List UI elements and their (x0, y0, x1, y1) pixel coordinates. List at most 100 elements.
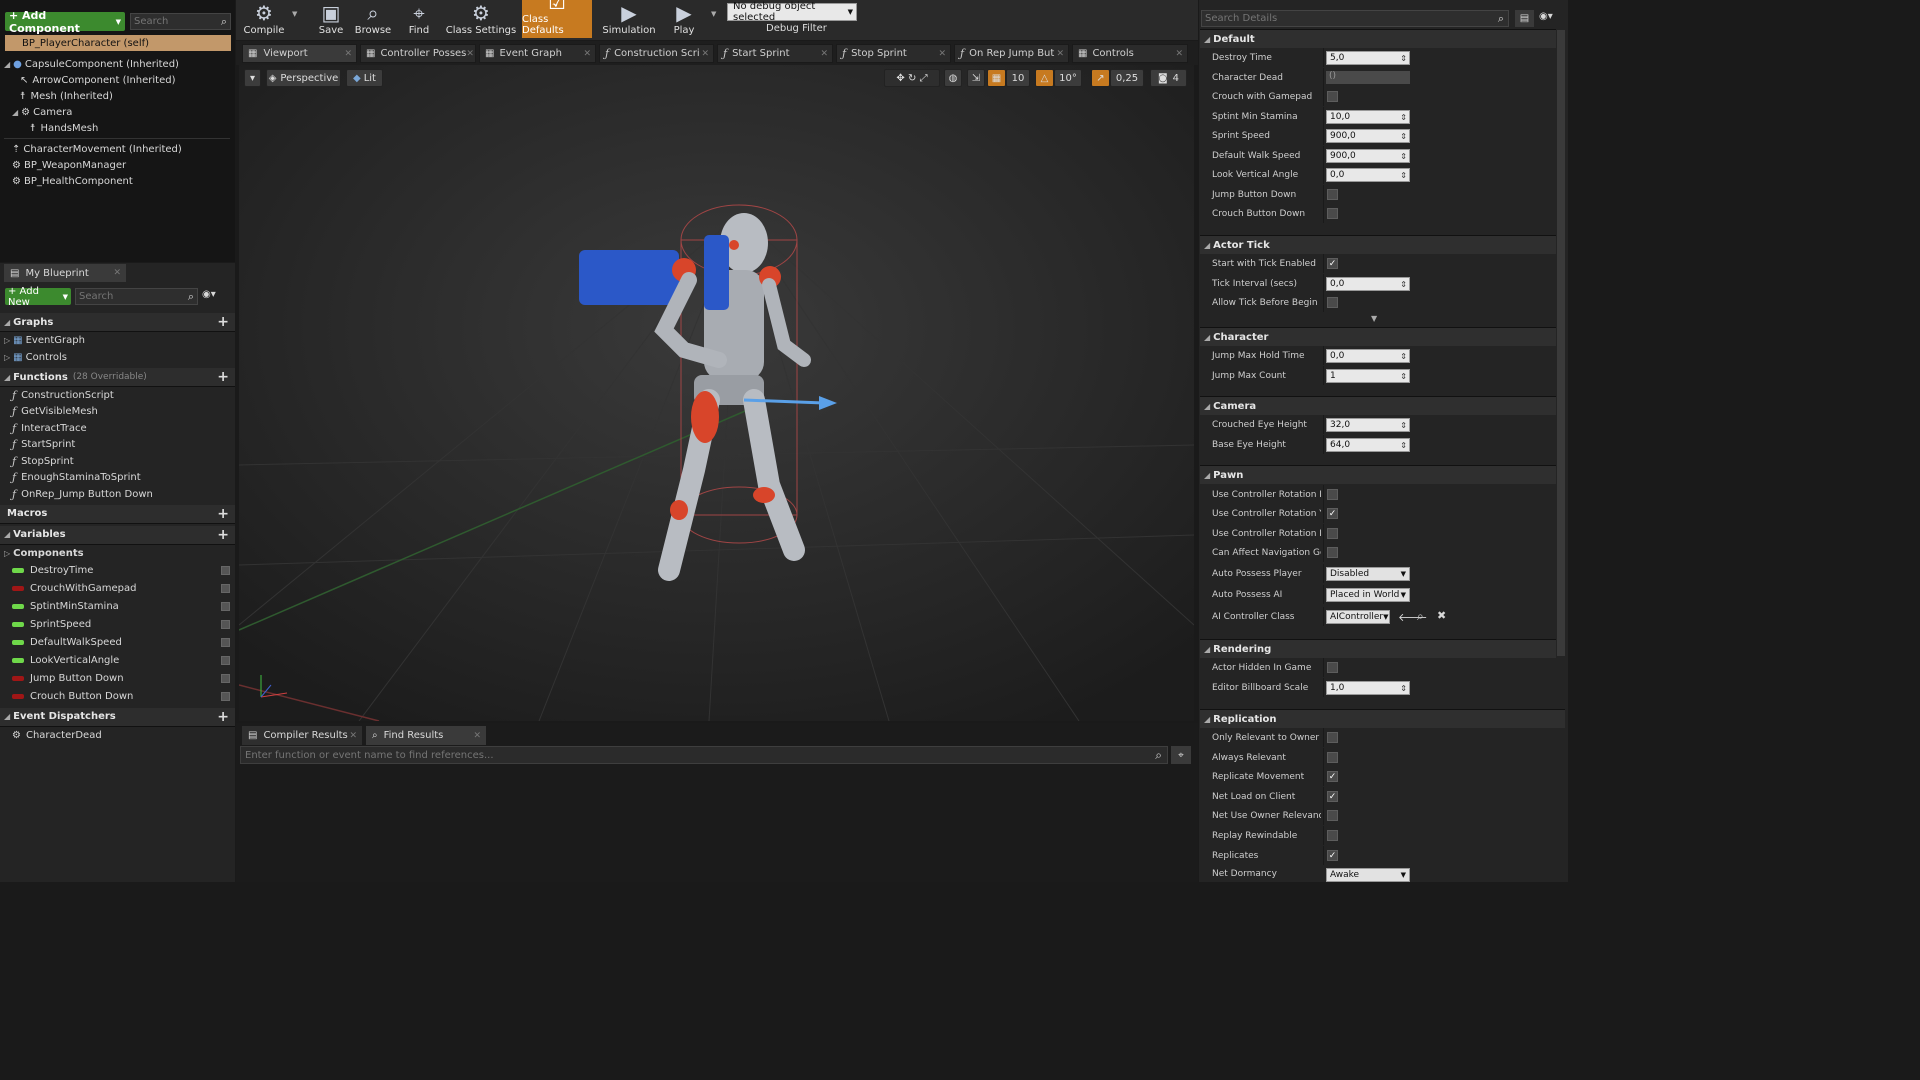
start-tick-checkbox[interactable]: ✓ (1327, 258, 1338, 269)
allow-tick-checkbox[interactable] (1327, 297, 1338, 308)
browse-button[interactable]: ⌕ Browse (353, 0, 393, 38)
surface-snap-icon[interactable]: ⇲ (967, 69, 985, 87)
graph-item-eventgraph[interactable]: ▷ ▦ EventGraph (0, 332, 235, 349)
default-category[interactable]: ◢ Default (1200, 29, 1556, 48)
browse-search-icon[interactable]: ⌕ (1417, 609, 1424, 624)
find-references-input[interactable] (241, 749, 1121, 761)
character-category[interactable]: ◢ Character (1200, 327, 1556, 346)
translate-icon[interactable]: ✥ (896, 73, 904, 84)
tab-on-rep-jump[interactable]: ƒ On Rep Jump But ✕ (954, 44, 1069, 63)
viewport[interactable] (239, 65, 1194, 721)
binoculars-icon[interactable]: ⌖ (1171, 746, 1191, 764)
replicate-movement-checkbox[interactable]: ✓ (1327, 771, 1338, 782)
viewport-options-button[interactable]: ▾ (244, 69, 261, 87)
function-item[interactable]: ƒ EnoughStaminaToSprint (0, 470, 235, 487)
close-icon[interactable]: ✕ (113, 268, 121, 278)
component-arrow[interactable]: ↖ ArrowComponent (Inherited) (4, 72, 230, 88)
graph-item-controls[interactable]: ▷ ▦ Controls (0, 349, 235, 366)
tab-viewport[interactable]: ▦ Viewport ✕ (242, 44, 357, 63)
eye-icon[interactable]: ◉▾ (1539, 11, 1553, 22)
variable-item[interactable]: SptintMinStamina (0, 598, 235, 616)
tab-start-sprint[interactable]: ƒ Start Sprint ✕ (717, 44, 833, 63)
compile-button[interactable]: ⚙ Compile (243, 0, 285, 38)
world-local-icon[interactable]: ◍ (944, 69, 962, 87)
component-capsule[interactable]: ◢ ● CapsuleComponent (Inherited) (4, 56, 230, 72)
visibility-icon[interactable] (221, 692, 230, 701)
add-new-button[interactable]: + Add New ▼ (5, 286, 71, 308)
find-references-field[interactable]: ⌕ (240, 746, 1168, 764)
function-item[interactable]: ƒ ConstructionScript (0, 387, 235, 404)
scale-snap-value[interactable]: 0,25 (1110, 69, 1144, 87)
grid-snap-value[interactable]: 10 (1006, 69, 1030, 87)
walk-speed-input[interactable]: 900,0 ⇕ (1326, 149, 1410, 163)
billboard-scale-input[interactable]: 1,0 ⇕ (1326, 681, 1410, 695)
tab-compiler-results[interactable]: ▤ Compiler Results ✕ (242, 726, 362, 745)
details-search-field[interactable]: ⌕ (1201, 10, 1509, 27)
net-dormancy-select[interactable]: Awake ▼ (1326, 868, 1410, 882)
close-icon[interactable]: ✕ (1175, 49, 1183, 59)
eye-icon[interactable]: ◉▾ (202, 289, 216, 300)
play-button[interactable]: ▶ Play (664, 0, 704, 38)
rotation-snap-toggle-icon[interactable]: △ (1035, 69, 1054, 87)
add-macro-icon[interactable]: + (217, 506, 229, 522)
ai-controller-class-select[interactable]: AIController ▼ (1326, 610, 1390, 624)
net-owner-relevancy-checkbox[interactable] (1327, 810, 1338, 821)
class-settings-button[interactable]: ⚙ Class Settings (445, 0, 517, 38)
chevron-down-icon[interactable]: ▼ (292, 10, 297, 18)
find-button[interactable]: ⌖ Find (401, 0, 437, 38)
component-search-field[interactable]: ⌕ (130, 13, 231, 30)
visibility-icon[interactable] (221, 566, 230, 575)
visibility-icon[interactable] (221, 674, 230, 683)
tab-my-blueprint[interactable]: ▤ My Blueprint ✕ (4, 264, 126, 282)
crouch-eye-input[interactable]: 32,0 ⇕ (1326, 418, 1410, 432)
close-icon[interactable]: ✕ (701, 49, 709, 59)
tab-construction-script[interactable]: ƒ Construction Scri ✕ (599, 44, 714, 63)
camera-speed-button[interactable]: ◙ 4 (1150, 69, 1187, 87)
add-graph-icon[interactable]: + (217, 314, 229, 330)
tab-controller-possessed[interactable]: ▦ Controller Posses ✕ (360, 44, 476, 63)
net-load-client-checkbox[interactable]: ✓ (1327, 791, 1338, 802)
property-matrix-icon[interactable]: ▤ (1515, 10, 1534, 27)
graphs-header[interactable]: ◢ Graphs + (0, 313, 235, 332)
variables-header[interactable]: ◢ Variables + (0, 525, 235, 545)
perspective-button[interactable]: ◈ Perspective (266, 69, 341, 87)
dispatcher-item[interactable]: ⚙ CharacterDead (0, 727, 235, 744)
only-relevant-owner-checkbox[interactable] (1327, 732, 1338, 743)
variable-item[interactable]: SprintSpeed (0, 616, 235, 634)
blueprint-search-input[interactable] (76, 291, 176, 302)
component-handsmesh[interactable]: ☨ HandsMesh (4, 120, 230, 136)
component-search-input[interactable] (131, 16, 211, 27)
rot-yaw-checkbox[interactable]: ✓ (1327, 508, 1338, 519)
component-healthcomponent[interactable]: ⚙ BP_HealthComponent (4, 173, 230, 189)
visibility-icon[interactable] (221, 620, 230, 629)
crouch-button-down-checkbox[interactable] (1327, 208, 1338, 219)
lit-button[interactable]: ◆ Lit (346, 69, 383, 87)
tab-controls[interactable]: ▦ Controls ✕ (1072, 44, 1188, 63)
close-icon[interactable]: ✕ (466, 49, 474, 59)
tick-interval-input[interactable]: 0,0 ⇕ (1326, 277, 1410, 291)
simulation-button[interactable]: ▶ Simulation (600, 0, 658, 38)
jump-button-down-checkbox[interactable] (1327, 189, 1338, 200)
component-self-row[interactable]: BP_PlayerCharacter (self) (5, 35, 231, 51)
replication-category[interactable]: ◢ Replication (1200, 709, 1565, 728)
close-icon[interactable]: ✕ (583, 49, 591, 59)
actor-tick-category[interactable]: ◢ Actor Tick (1200, 235, 1556, 254)
close-icon[interactable]: ✕ (349, 731, 357, 741)
visibility-icon[interactable] (221, 656, 230, 665)
visibility-icon[interactable] (221, 638, 230, 647)
add-component-button[interactable]: + Add Component ▼ (5, 9, 125, 35)
rot-roll-checkbox[interactable] (1327, 528, 1338, 539)
variable-category-components[interactable]: ▷ Components (0, 545, 235, 562)
always-relevant-checkbox[interactable] (1327, 752, 1338, 763)
clear-icon[interactable]: ✖ (1437, 609, 1446, 622)
variable-item[interactable]: DefaultWalkSpeed (0, 634, 235, 652)
sprint-min-stamina-input[interactable]: 10,0 ⇕ (1326, 110, 1410, 124)
chevron-down-icon[interactable]: ▼ (711, 10, 716, 18)
functions-header[interactable]: ◢ Functions (28 Overridable) + (0, 368, 235, 387)
replicates-checkbox[interactable]: ✓ (1327, 850, 1338, 861)
component-mesh[interactable]: ☨ Mesh (Inherited) (4, 88, 230, 104)
tab-stop-sprint[interactable]: ƒ Stop Sprint ✕ (836, 44, 951, 63)
look-angle-input[interactable]: 0,0 ⇕ (1326, 168, 1410, 182)
macros-header[interactable]: Macros + (0, 504, 235, 524)
crouch-gamepad-checkbox[interactable] (1327, 91, 1338, 102)
